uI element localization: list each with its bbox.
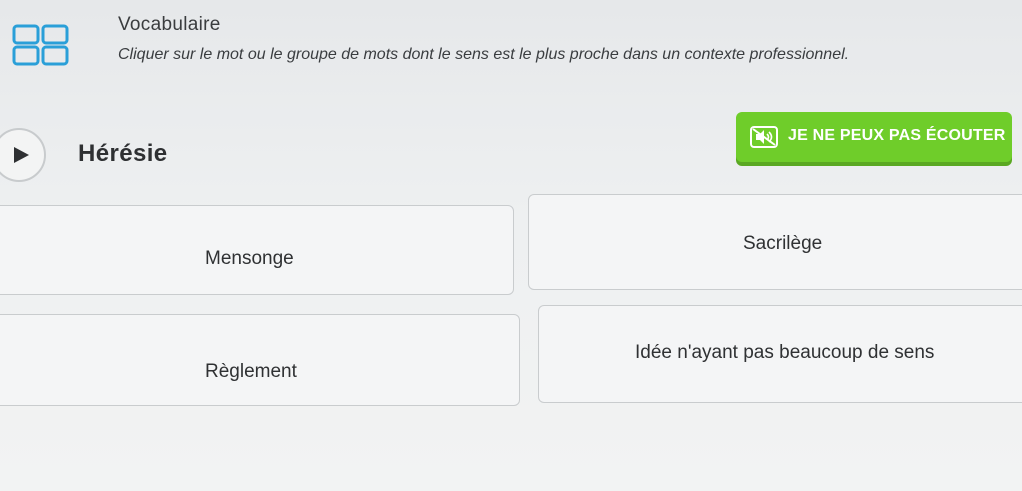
option-label: Mensonge <box>205 248 294 269</box>
option-label: Règlement <box>205 361 297 382</box>
question-word: Hérésie <box>78 140 168 167</box>
section-title: Vocabulaire <box>118 14 221 35</box>
cant-listen-button[interactable]: JE NE PEUX PAS ÉCOUTER <box>736 112 1012 162</box>
play-icon <box>14 147 29 163</box>
option-card-idee[interactable]: Idée n'ayant pas beaucoup de sens <box>538 305 1022 403</box>
option-label: Sacrilège <box>743 233 823 254</box>
speaker-muted-icon <box>750 126 778 148</box>
instruction-text: Cliquer sur le mot ou le groupe de mots … <box>118 46 850 63</box>
option-card-sacrilege[interactable]: Sacrilège <box>528 194 1022 290</box>
option-label: Idée n'ayant pas beaucoup de sens <box>635 342 935 363</box>
option-card-reglement[interactable]: Règlement <box>0 314 520 406</box>
vocabulary-icon <box>12 24 70 66</box>
play-audio-button[interactable] <box>0 128 46 182</box>
option-card-mensonge[interactable]: Mensonge <box>0 205 514 295</box>
cant-listen-label: JE NE PEUX PAS ÉCOUTER <box>788 127 1006 144</box>
